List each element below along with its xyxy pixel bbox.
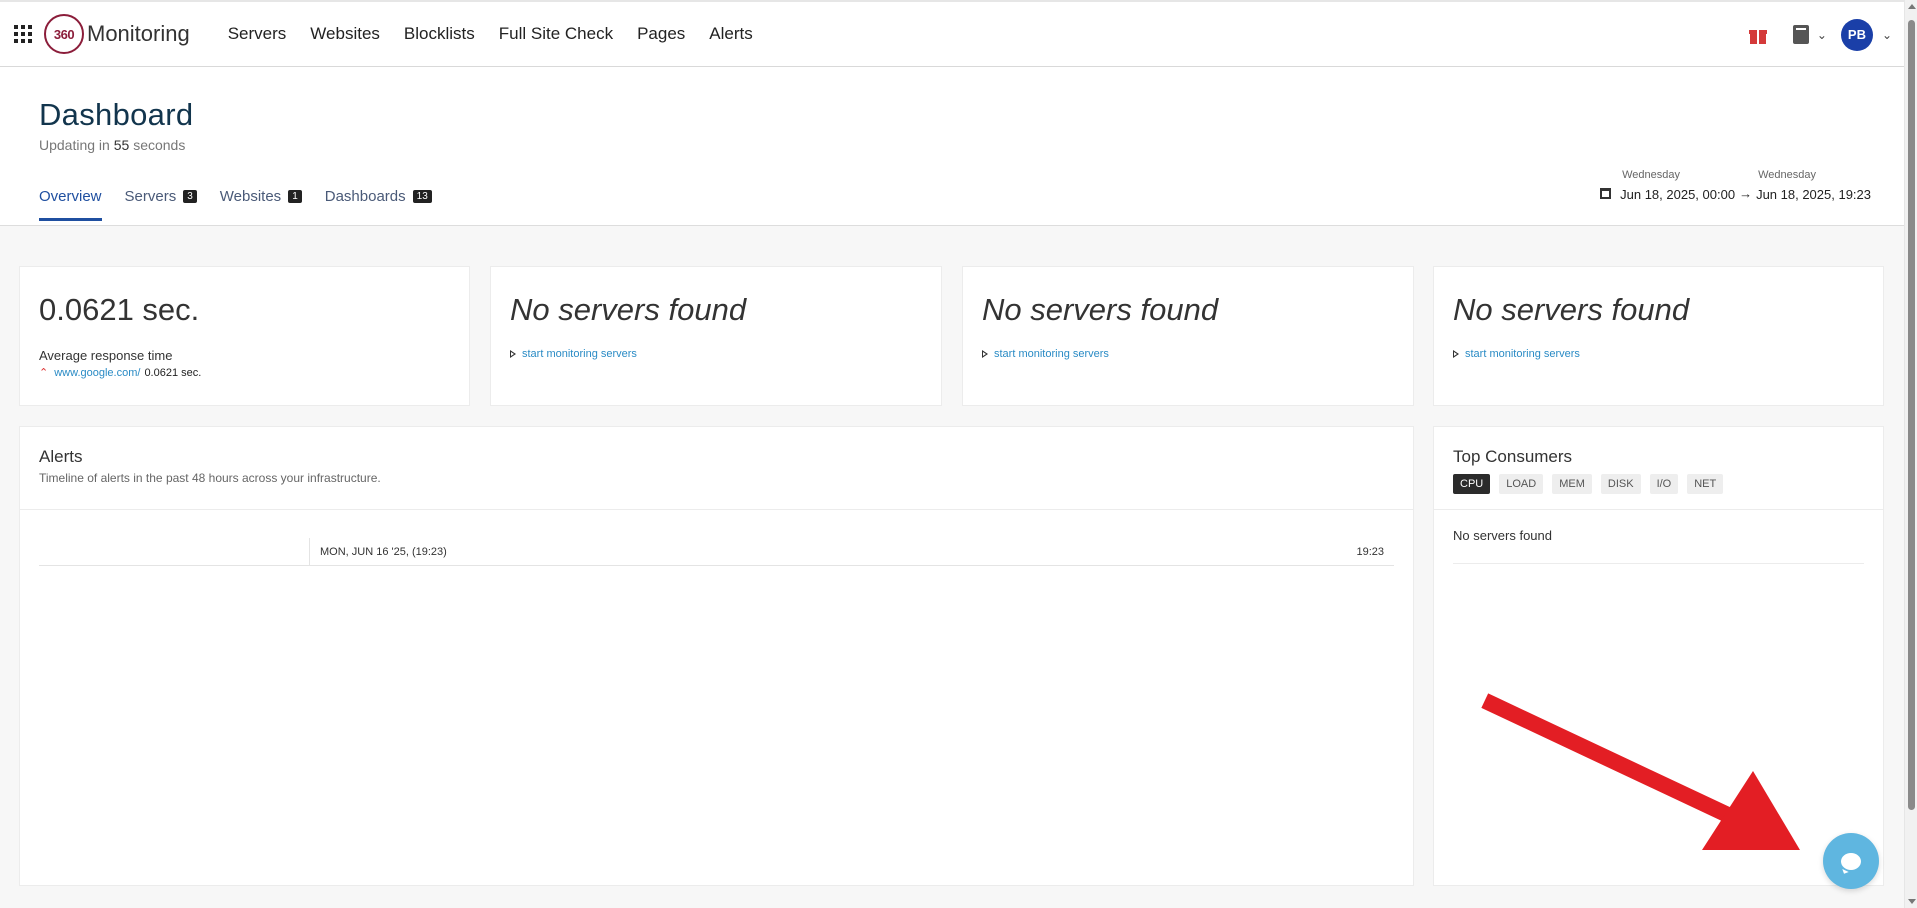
no-servers-title: No servers found — [1453, 292, 1690, 327]
nav-blocklists[interactable]: Blocklists — [404, 24, 475, 44]
nav-servers[interactable]: Servers — [228, 24, 287, 44]
divider — [1434, 509, 1883, 510]
gift-icon[interactable] — [1748, 26, 1767, 44]
scroll-thumb[interactable] — [1908, 20, 1915, 810]
start-monitoring-link[interactable]: start monitoring servers — [982, 348, 1109, 360]
empty-servers-card: No servers found start monitoring server… — [1433, 266, 1884, 406]
nav-websites[interactable]: Websites — [310, 24, 380, 44]
top-navbar: 360 Monitoring Servers Websites Blocklis… — [0, 0, 1904, 67]
date-end-value: Jun 18, 2025, 19:23 — [1756, 187, 1871, 202]
timeline-end: 19:23 — [1356, 546, 1384, 558]
start-monitoring-label: start monitoring servers — [1465, 348, 1580, 360]
calendar-icon — [1600, 188, 1612, 199]
alerts-panel: Alerts Timeline of alerts in the past 48… — [19, 426, 1414, 886]
chevron-down-icon[interactable]: ⌄ — [1882, 28, 1892, 42]
chip-net[interactable]: NET — [1687, 474, 1724, 494]
updating-suffix: seconds — [133, 137, 186, 153]
tab-label: Servers — [124, 188, 177, 205]
chevron-down-icon[interactable]: ⌄ — [1817, 28, 1827, 42]
arrow-right-icon: → — [1739, 186, 1753, 201]
count-badge: 3 — [183, 190, 197, 203]
no-servers-title: No servers found — [982, 292, 1219, 327]
count-badge: 1 — [288, 190, 302, 203]
chip-io[interactable]: I/O — [1649, 474, 1679, 494]
logo-mark: 360 — [44, 14, 84, 54]
consumers-empty-message: No servers found — [1453, 528, 1864, 564]
chip-load[interactable]: LOAD — [1499, 474, 1544, 494]
top-consumers-title: Top Consumers — [1453, 447, 1573, 466]
update-countdown: Updating in 55 seconds — [39, 137, 185, 153]
caret-up-icon: ⌃ — [39, 367, 49, 379]
tab-label: Overview — [39, 188, 102, 205]
avatar[interactable]: PB — [1840, 18, 1873, 51]
chip-disk[interactable]: DISK — [1600, 474, 1641, 494]
play-icon — [510, 350, 516, 358]
updating-prefix: Updating in — [39, 137, 110, 153]
main-nav: Servers Websites Blocklists Full Site Ch… — [228, 24, 777, 44]
tab-label: Dashboards — [324, 188, 406, 205]
date-start: Wednesday Jun 18, 2025, 00:00 — [1620, 169, 1735, 202]
dashboard-tabs: Overview Servers 3 Websites 1 Dashboards… — [39, 188, 455, 221]
date-start-value: Jun 18, 2025, 00:00 — [1620, 187, 1736, 202]
alerts-timeline[interactable]: MON, JUN 16 '25, (19:23) 19:23 — [39, 538, 1394, 566]
tab-websites[interactable]: Websites 1 — [220, 188, 302, 221]
website-link[interactable]: www.google.com/ — [54, 367, 140, 379]
chip-cpu[interactable]: CPU — [1453, 474, 1491, 494]
chat-button[interactable] — [1823, 833, 1879, 889]
date-end-day: Wednesday — [1758, 169, 1816, 181]
scroll-down-icon[interactable] — [1908, 899, 1916, 904]
nav-alerts[interactable]: Alerts — [709, 24, 752, 44]
divider — [20, 509, 1413, 510]
start-monitoring-link[interactable]: start monitoring servers — [1453, 348, 1580, 360]
tab-overview[interactable]: Overview — [39, 188, 102, 221]
start-monitoring-link[interactable]: start monitoring servers — [510, 348, 637, 360]
date-start-day: Wednesday — [1622, 169, 1681, 181]
page-title: Dashboard — [39, 97, 194, 132]
tab-dashboards[interactable]: Dashboards 13 — [325, 188, 432, 221]
logo[interactable]: 360 Monitoring — [44, 14, 190, 54]
date-range-picker[interactable]: Wednesday Jun 18, 2025, 00:00 → Wednesda… — [1600, 169, 1871, 202]
empty-servers-card: No servers found start monitoring server… — [962, 266, 1414, 406]
logo-text: Monitoring — [87, 21, 190, 46]
start-monitoring-label: start monitoring servers — [994, 348, 1109, 360]
response-time-detail: ⌃ www.google.com/ 0.0621 sec. — [39, 366, 202, 380]
timeline-start: MON, JUN 16 '25, (19:23) — [320, 546, 447, 558]
response-time-value: 0.0621 sec. — [39, 292, 200, 327]
nav-pages[interactable]: Pages — [637, 24, 685, 44]
play-icon — [982, 350, 988, 358]
timeline-range: MON, JUN 16 '25, (19:23) 19:23 — [309, 538, 1394, 566]
play-icon — [1453, 350, 1459, 358]
count-badge: 13 — [412, 190, 432, 203]
no-servers-title: No servers found — [510, 292, 747, 327]
nav-full-site-check[interactable]: Full Site Check — [499, 24, 613, 44]
alerts-title: Alerts — [39, 447, 83, 466]
start-monitoring-label: start monitoring servers — [522, 348, 637, 360]
updating-count: 55 — [113, 137, 130, 153]
scroll-up-icon[interactable] — [1908, 4, 1916, 9]
tab-servers[interactable]: Servers 3 — [125, 188, 197, 221]
metric-chips: CPU LOAD MEM DISK I/O NET — [1453, 474, 1724, 494]
apps-grid-icon[interactable] — [14, 25, 32, 43]
chip-mem[interactable]: MEM — [1552, 474, 1592, 494]
response-time-label: Average response time — [39, 348, 173, 363]
tab-label: Websites — [219, 188, 282, 205]
response-time-card: 0.0621 sec. Average response time ⌃ www.… — [19, 266, 470, 406]
website-response-value: 0.0621 sec. — [144, 366, 202, 379]
nav-right: ⌄ PB ⌄ — [1748, 2, 1892, 67]
empty-servers-card: No servers found start monitoring server… — [490, 266, 942, 406]
chat-bubble-icon — [1841, 852, 1861, 870]
page-scrollbar[interactable] — [1904, 0, 1917, 908]
book-icon[interactable] — [1792, 25, 1809, 44]
dashboard-header: Dashboard Updating in 55 seconds Overvie… — [0, 67, 1904, 226]
date-end: Wednesday Jun 18, 2025, 19:23 — [1756, 169, 1871, 202]
alerts-description: Timeline of alerts in the past 48 hours … — [39, 471, 381, 485]
top-consumers-panel: Top Consumers CPU LOAD MEM DISK I/O NET … — [1433, 426, 1884, 886]
